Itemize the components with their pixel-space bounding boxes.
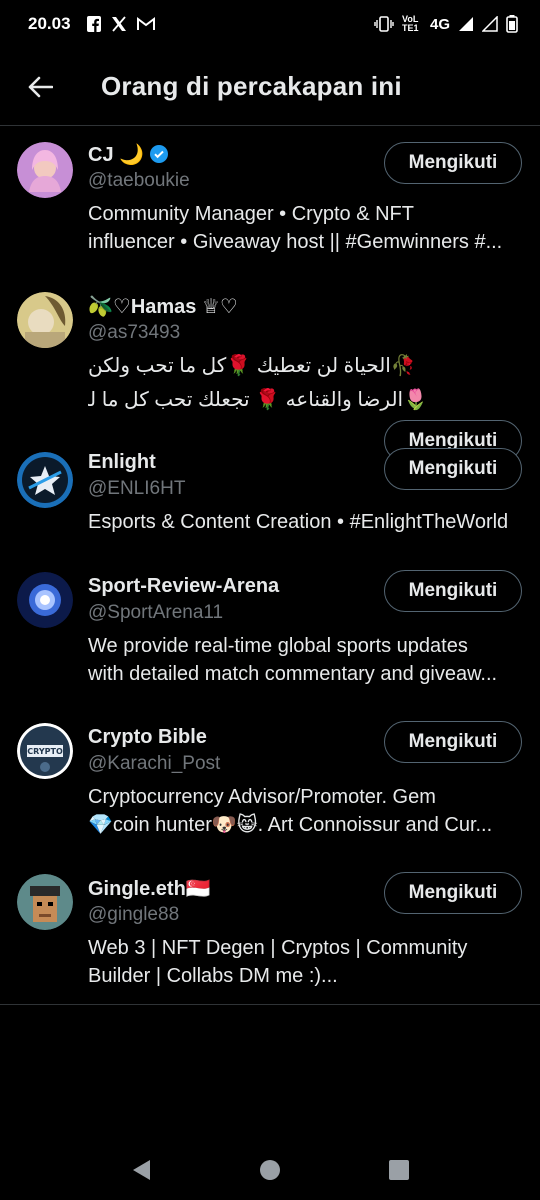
user-bio: We provide real-time global sports updat… [88, 632, 522, 688]
status-bar: 20.03 VoLTE1 4G [0, 0, 540, 48]
vibrate-icon [374, 16, 394, 32]
bio-line: Builder | Collabs DM me :)... [88, 965, 338, 987]
bio-line: influencer • Giveaway host || #Gemwinner… [88, 231, 503, 253]
network-type: 4G [429, 15, 450, 33]
battery-icon [506, 15, 518, 33]
page-title: Orang di percakapan ini [101, 71, 402, 101]
bio-line: 🌷الرضا والقناعه 🌹 تجعلك تحب كل ما لدي... [88, 389, 428, 411]
user-bio: Cryptocurrency Advisor/Promoter. Gem 💎co… [88, 783, 522, 839]
list-item[interactable]: Sport-Review-Arena @SportArena11 We prov… [0, 570, 540, 692]
svg-text:CRYPTO: CRYPTO [27, 747, 63, 756]
avatar[interactable] [17, 142, 73, 198]
home-circle-icon[interactable] [259, 1159, 281, 1181]
status-time: 20.03 [28, 14, 71, 33]
list-divider [0, 1004, 540, 1005]
recents-square-icon[interactable] [388, 1159, 410, 1181]
list-item[interactable]: Enlight @ENLI6HT Esports & Content Creat… [0, 448, 540, 538]
list-item[interactable]: 🫒♡Hamas ♕♡ @as73493 🥀الحياة لن تعطيك 🌹كل… [0, 284, 540, 462]
display-name-text: Sport-Review-Arena [88, 574, 280, 597]
app-header: Orang di percakapan ini [0, 48, 540, 126]
following-button[interactable]: Mengikuti [384, 570, 522, 612]
back-triangle-icon[interactable] [130, 1158, 152, 1182]
bio-line: We provide real-time global sports updat… [88, 635, 468, 657]
display-name-text: Enlight [88, 450, 156, 473]
following-button[interactable]: Mengikuti [384, 142, 522, 184]
back-button[interactable] [0, 48, 80, 126]
bio-line: with detailed match commentary and givea… [88, 663, 498, 685]
user-bio: Community Manager • Crypto & NFT influen… [88, 200, 522, 256]
following-button[interactable]: Mengikuti [384, 448, 522, 490]
user-bio: Web 3 | NFT Degen | Cryptos | Community … [88, 934, 522, 990]
system-nav-bar [0, 1140, 540, 1200]
signal-icon [459, 17, 473, 31]
volte-indicator: VoLTE1 [401, 14, 419, 33]
gmail-icon [136, 17, 155, 30]
display-name-text: CJ 🌙 [88, 143, 145, 166]
x-icon [111, 16, 126, 32]
facebook-icon [86, 16, 101, 32]
user-handle[interactable]: @as73493 [88, 320, 522, 346]
list-item[interactable]: CJ 🌙 @taeboukie Community Manager • Cryp… [0, 140, 540, 270]
bio-line: Esports & Content Creation • #EnlightThe… [88, 511, 509, 533]
display-name-text: Crypto Bible [88, 725, 207, 748]
bio-line: Community Manager • Crypto & NFT [88, 203, 414, 225]
following-button[interactable]: Mengikuti [384, 872, 522, 914]
bio-line: 🥀الحياة لن تعطيك 🌹كل ما تحب ولكن [88, 355, 416, 377]
user-bio: 🥀الحياة لن تعطيك 🌹كل ما تحب ولكن 🌷الرضا … [88, 352, 428, 414]
verified-badge-icon [150, 145, 169, 163]
avatar[interactable] [17, 292, 73, 348]
avatar[interactable] [17, 452, 73, 508]
display-name-text: 🫒♡Hamas ♕♡ [88, 295, 238, 318]
avatar[interactable]: CRYPTO [17, 723, 73, 779]
following-button[interactable]: Mengikuti [384, 721, 522, 763]
bio-line: 💎coin hunter🐶😸. Art Connoissur and Cur..… [88, 814, 493, 836]
list-item[interactable]: Gingle.eth🇸🇬 @gingle88 Web 3 | NFT Degen… [0, 872, 540, 994]
signal-empty-icon [482, 16, 498, 32]
user-bio: Esports & Content Creation • #EnlightThe… [88, 508, 522, 536]
display-name-text: Gingle.eth🇸🇬 [88, 877, 211, 900]
bio-line: Web 3 | NFT Degen | Cryptos | Community [88, 937, 468, 959]
avatar[interactable] [17, 572, 73, 628]
bio-line: Cryptocurrency Advisor/Promoter. Gem [88, 786, 436, 808]
list-item[interactable]: CRYPTO Crypto Bible @Karachi_Post Crypto… [0, 721, 540, 843]
avatar[interactable] [17, 874, 73, 930]
display-name[interactable]: 🫒♡Hamas ♕♡ [88, 292, 522, 320]
arrow-left-icon [28, 76, 53, 97]
